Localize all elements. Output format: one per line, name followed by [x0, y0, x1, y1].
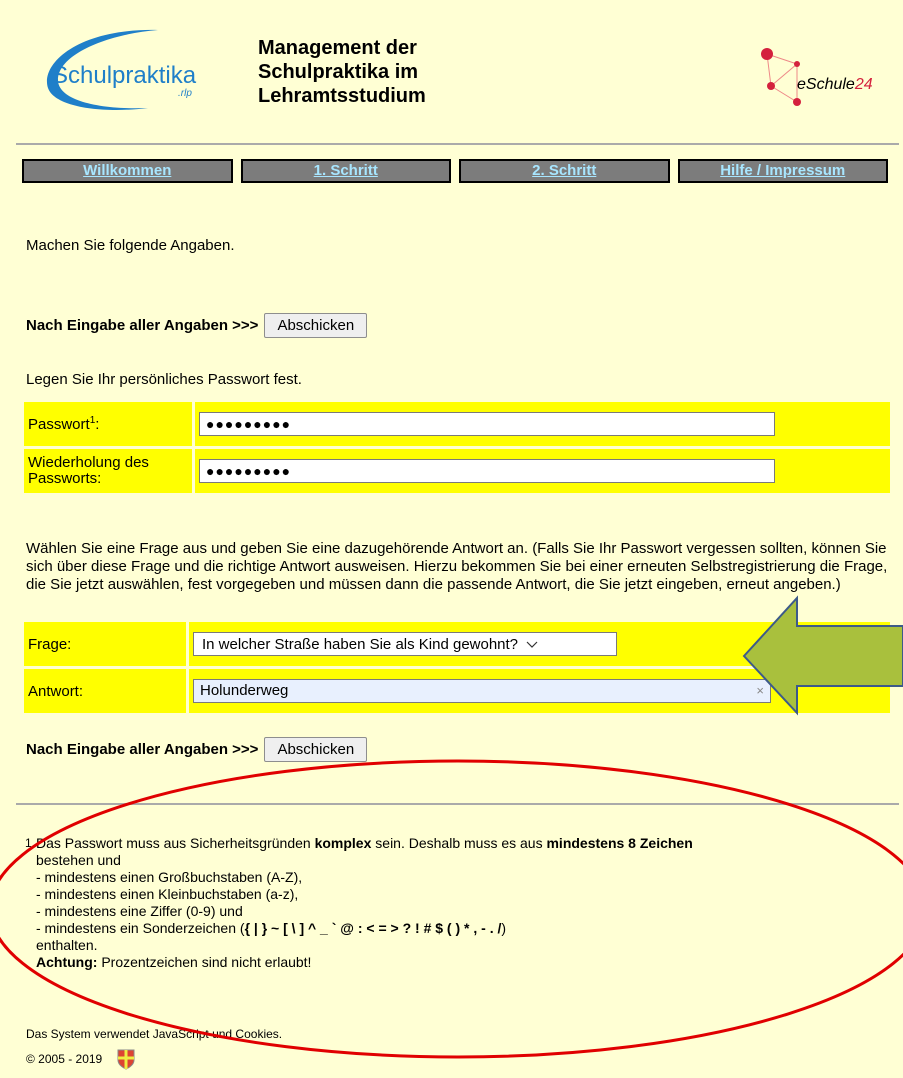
annotation-arrow-icon — [742, 595, 903, 716]
annotation-overlay — [0, 595, 903, 1059]
annotation-ellipse — [0, 759, 903, 1059]
